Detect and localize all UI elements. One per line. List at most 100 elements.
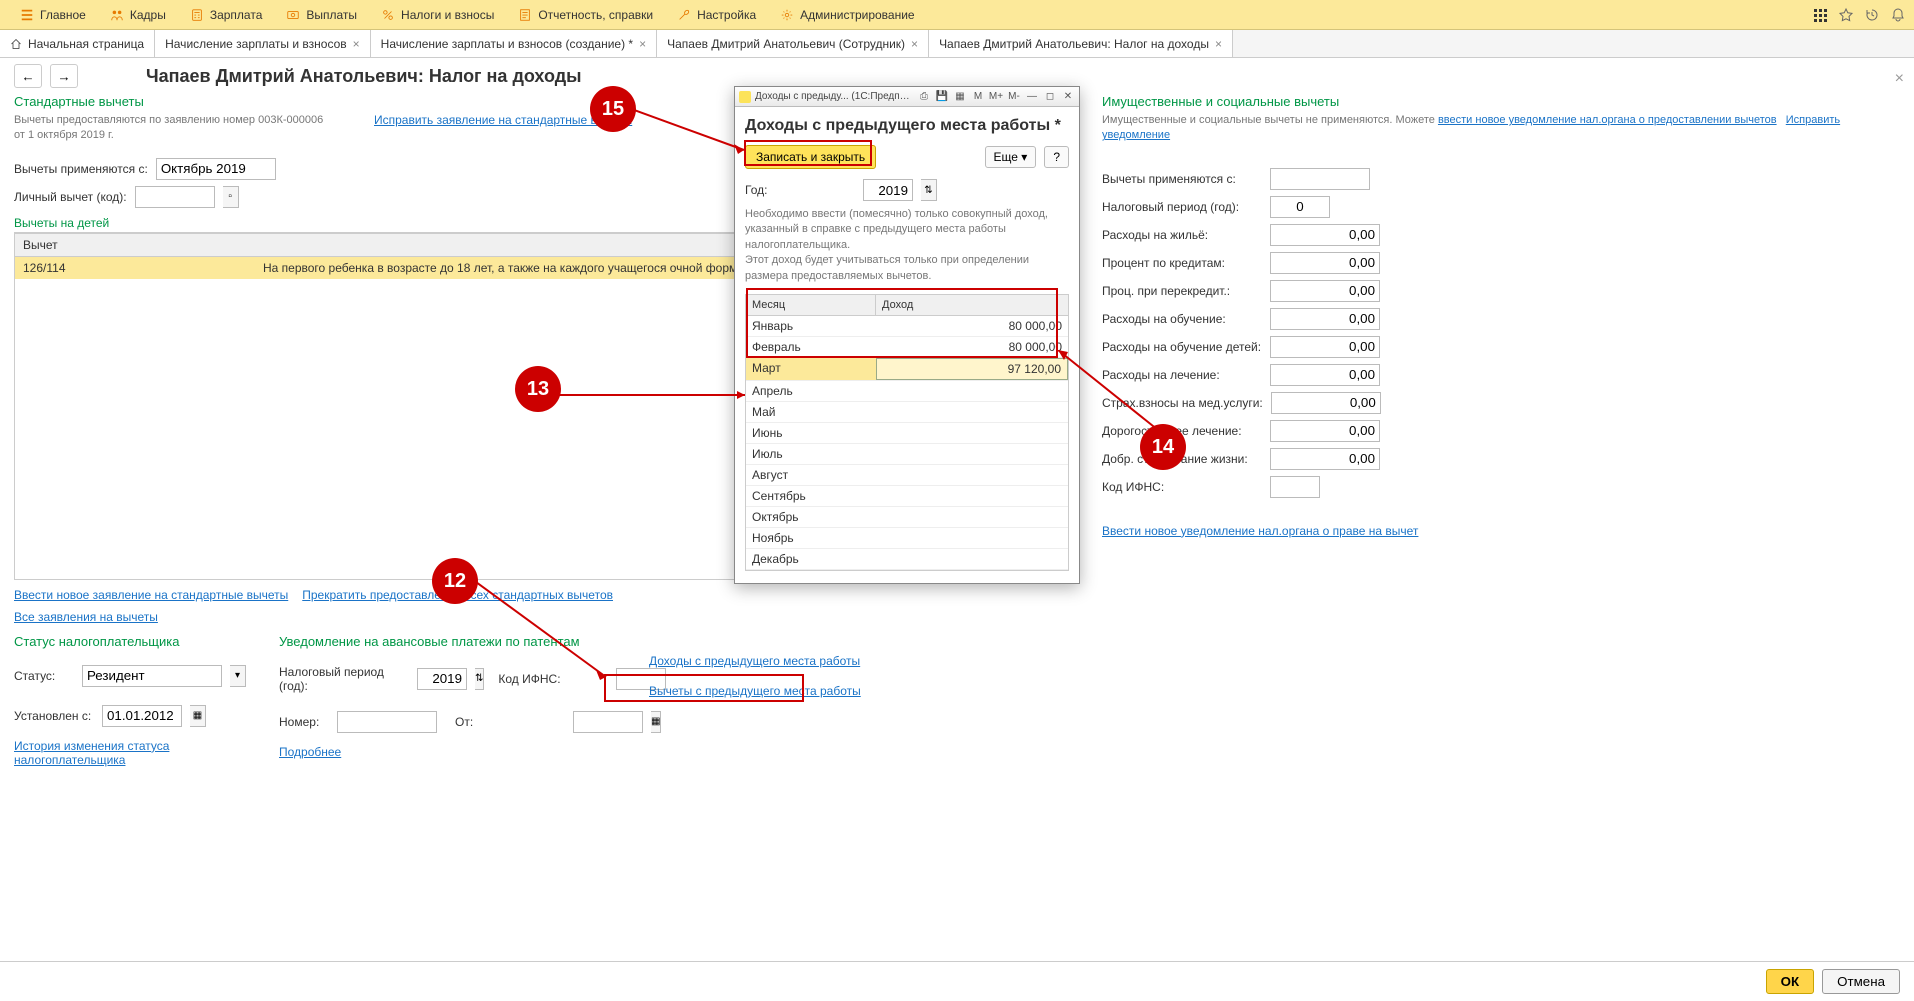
m-minus-button[interactable]: M-	[1007, 90, 1021, 104]
m-plus-button[interactable]: M+	[989, 90, 1003, 104]
back-button[interactable]: ←	[14, 64, 42, 88]
history-icon[interactable]	[1864, 7, 1880, 23]
status-history-link[interactable]: История изменения статуса налогоплательщ…	[14, 739, 259, 767]
tab-employee[interactable]: Чапаев Дмитрий Анатольевич (Сотрудник)×	[657, 30, 929, 57]
cancel-button[interactable]: Отмена	[1822, 969, 1900, 994]
people-icon	[110, 8, 124, 22]
minimize-icon[interactable]: —	[1025, 90, 1039, 104]
expensive-treatment-input[interactable]	[1270, 420, 1380, 442]
callout-14: 14	[1140, 424, 1186, 470]
wrench-icon	[677, 8, 691, 22]
income-row[interactable]: Ноябрь	[746, 528, 1068, 549]
menu-reports[interactable]: Отчетность, справки	[506, 8, 665, 22]
income-row[interactable]: Февраль80 000,00	[746, 337, 1068, 358]
income-row[interactable]: Июнь	[746, 423, 1068, 444]
tab-accrual-create[interactable]: Начисление зарплаты и взносов (создание)…	[371, 30, 657, 57]
ok-button[interactable]: ОК	[1766, 969, 1815, 994]
menu-payments[interactable]: Выплаты	[274, 8, 369, 22]
patent-date-input[interactable]	[573, 711, 643, 733]
arrow-15	[634, 100, 754, 160]
menu-icon	[20, 8, 34, 22]
income-row[interactable]: Май	[746, 402, 1068, 423]
new-notice-link-inline[interactable]: ввести новое уведомление нал.органа о пр…	[1438, 114, 1777, 126]
education-input[interactable]	[1270, 308, 1380, 330]
maximize-icon[interactable]: ◻	[1043, 90, 1057, 104]
patent-number-input[interactable]	[337, 711, 437, 733]
more-button[interactable]: Еще ▾	[985, 146, 1037, 168]
calc-icon	[190, 8, 204, 22]
close-page-icon[interactable]: ×	[1895, 70, 1904, 88]
forward-button[interactable]: →	[50, 64, 78, 88]
treatment-input[interactable]	[1270, 364, 1380, 386]
tab-accrual[interactable]: Начисление зарплаты и взносов×	[155, 30, 371, 57]
calendar-icon[interactable]: ▦	[190, 705, 206, 727]
prev-income-link[interactable]: Доходы с предыдущего места работы	[649, 654, 869, 668]
menu-main[interactable]: Главное	[8, 8, 98, 22]
housing-input[interactable]	[1270, 224, 1380, 246]
calc-icon[interactable]: ▦	[953, 90, 967, 104]
print-icon[interactable]: ⎙	[917, 90, 931, 104]
save-icon[interactable]: 💾	[935, 90, 949, 104]
year-spinner[interactable]: ⇅	[921, 179, 937, 201]
income-row[interactable]: Октябрь	[746, 507, 1068, 528]
close-modal-icon[interactable]: ✕	[1061, 90, 1075, 104]
tab-home[interactable]: Начальная страница	[0, 30, 155, 57]
bell-icon[interactable]	[1890, 7, 1906, 23]
tab-income-tax[interactable]: Чапаев Дмитрий Анатольевич: Налог на дох…	[929, 30, 1233, 57]
menu-taxes[interactable]: Налоги и взносы	[369, 8, 506, 22]
credit-percent-input[interactable]	[1270, 252, 1380, 274]
right-year-input[interactable]	[1270, 196, 1330, 218]
menu-settings[interactable]: Настройка	[665, 8, 768, 22]
new-notice-link[interactable]: Ввести новое уведомление нал.органа о пр…	[1102, 524, 1418, 538]
new-standard-link[interactable]: Ввести новое заявление на стандартные вы…	[14, 588, 288, 602]
right-apply-from-input[interactable]	[1270, 168, 1370, 190]
apps-icon[interactable]	[1812, 7, 1828, 23]
apply-from-input[interactable]	[156, 158, 276, 180]
modal-year-input[interactable]	[863, 179, 913, 201]
menu-salary[interactable]: Зарплата	[178, 8, 275, 22]
recredit-input[interactable]	[1270, 280, 1380, 302]
money-icon	[286, 8, 300, 22]
star-icon[interactable]	[1838, 7, 1854, 23]
status-select[interactable]	[82, 665, 222, 687]
page-title: Чапаев Дмитрий Анатольевич: Налог на дох…	[146, 66, 582, 87]
all-apps-link[interactable]: Все заявления на вычеты	[14, 610, 158, 624]
income-row[interactable]: Март97 120,00	[746, 358, 1068, 381]
help-button[interactable]: ?	[1044, 146, 1069, 168]
children-education-input[interactable]	[1270, 336, 1380, 358]
dropdown-icon[interactable]: ▾	[230, 665, 246, 687]
open-ref-button[interactable]: ▫	[223, 186, 239, 208]
callout-12: 12	[432, 558, 478, 604]
close-icon[interactable]: ×	[353, 37, 360, 51]
close-icon[interactable]: ×	[911, 37, 918, 51]
tab-bar: Начальная страница Начисление зарплаты и…	[0, 30, 1914, 58]
close-icon[interactable]: ×	[1215, 37, 1222, 51]
income-row[interactable]: Сентябрь	[746, 486, 1068, 507]
prev-deductions-link[interactable]: Вычеты с предыдущего места работы	[649, 684, 869, 698]
patent-year-input[interactable]	[417, 668, 467, 690]
income-row[interactable]: Апрель	[746, 381, 1068, 402]
report-icon	[518, 8, 532, 22]
med-insurance-input[interactable]	[1271, 392, 1381, 414]
modal-titlebar[interactable]: Доходы с предыду... (1С:Предприятие) ⎙ 💾…	[735, 87, 1079, 107]
menu-hr[interactable]: Кадры	[98, 8, 178, 22]
right-ifns-input[interactable]	[1270, 476, 1320, 498]
income-table: МесяцДоход Январь80 000,00Февраль80 000,…	[745, 294, 1069, 571]
menu-admin[interactable]: Администрирование	[768, 8, 926, 22]
save-close-button[interactable]: Записать и закрыть	[745, 145, 876, 169]
personal-deduction-input[interactable]	[135, 186, 215, 208]
taxpayer-status-title: Статус налогоплательщика	[14, 634, 259, 649]
m-button[interactable]: M	[971, 90, 985, 104]
life-insurance-input[interactable]	[1270, 448, 1380, 470]
main-menu-bar: Главное Кадры Зарплата Выплаты Налоги и …	[0, 0, 1914, 30]
income-row[interactable]: Декабрь	[746, 549, 1068, 570]
close-icon[interactable]: ×	[639, 37, 646, 51]
income-row[interactable]: Август	[746, 465, 1068, 486]
status-date-input[interactable]	[102, 705, 182, 727]
income-row[interactable]: Январь80 000,00	[746, 316, 1068, 337]
patent-more-link[interactable]: Подробнее	[279, 745, 629, 759]
income-row[interactable]: Июль	[746, 444, 1068, 465]
standard-note: Вычеты предоставляются по заявлению номе…	[14, 113, 334, 144]
apply-from-label: Вычеты применяются с:	[14, 162, 148, 176]
callout-13: 13	[515, 366, 561, 412]
